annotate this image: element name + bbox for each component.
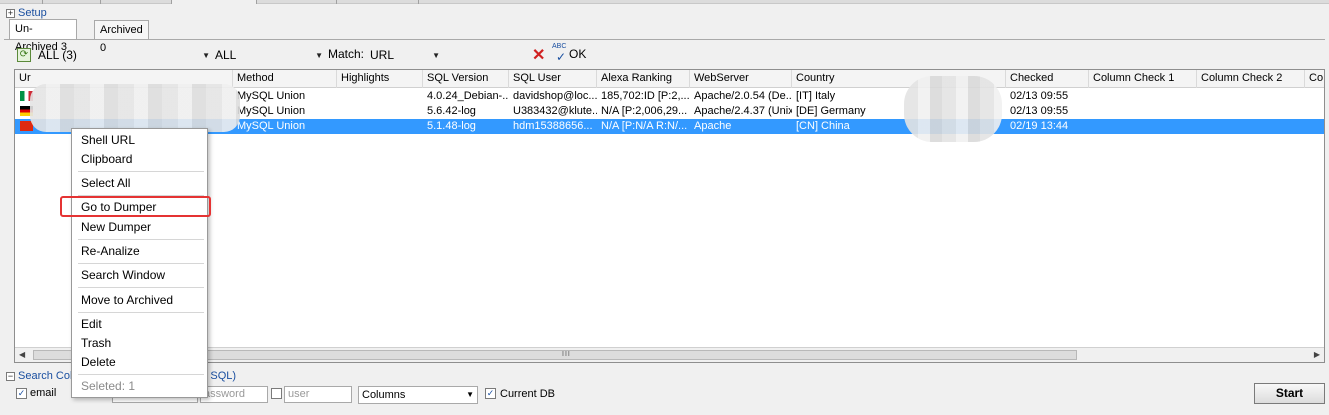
context-menu: Shell URL Clipboard Select All Go to Dum… <box>71 128 208 398</box>
menu-separator <box>78 374 204 375</box>
column-header-highlights[interactable]: Highlights <box>337 70 423 88</box>
cell-checked: 02/13 09:55 <box>1010 90 1069 102</box>
match-label: Match: <box>328 47 365 61</box>
menu-item-re-analize[interactable]: Re-Analize <box>81 243 140 259</box>
column-header-sql-version[interactable]: SQL Version <box>423 70 509 88</box>
chevron-down-icon: ▼ <box>202 50 210 60</box>
menu-separator <box>78 239 204 240</box>
cell-alexa: N/A [P:2,006,29... <box>601 105 688 117</box>
blurred-ip-region <box>904 76 1002 142</box>
menu-item-edit[interactable]: Edit <box>81 316 102 332</box>
setup-label: Setup <box>18 7 47 19</box>
group-filter-combo[interactable]: ALL (3) ▼ <box>38 46 210 64</box>
setup-toggle[interactable]: + Setup <box>6 6 47 20</box>
top-tab[interactable] <box>257 0 337 4</box>
cell-country: [IT] Italy <box>796 90 836 102</box>
menu-item-trash[interactable]: Trash <box>81 335 111 351</box>
start-button[interactable]: Start <box>1254 383 1325 404</box>
chevron-down-icon: ▼ <box>466 390 474 399</box>
scroll-left-icon[interactable]: ◀ <box>19 350 25 359</box>
tab-archived[interactable]: Archived 0 <box>94 20 149 54</box>
columns-select-value: Columns <box>362 389 406 401</box>
email-checkbox[interactable]: ✓ <box>16 388 27 399</box>
menu-separator <box>78 312 204 313</box>
horizontal-scrollbar[interactable]: ◀ III ▶ <box>15 347 1324 362</box>
cell-method: MySQL Union <box>237 120 306 132</box>
column-header-column-check-2[interactable]: Column Check 2 <box>1197 70 1305 88</box>
expand-icon: + <box>6 7 15 18</box>
current-db-label: Current DB <box>500 388 556 400</box>
menu-separator <box>78 263 204 264</box>
top-tab-strip <box>0 0 1329 4</box>
menu-separator <box>78 171 204 172</box>
cell-checked: 02/19 13:44 <box>1010 120 1069 132</box>
cell-alexa: 185,702:ID [P:2,... <box>601 90 690 102</box>
cell-sql-user: davidshop@loc... <box>513 90 597 102</box>
column-header-column-check-1[interactable]: Column Check 1 <box>1089 70 1197 88</box>
menu-item-delete[interactable]: Delete <box>81 354 116 370</box>
menu-item-select-all[interactable]: Select All <box>81 175 130 191</box>
scroll-right-icon[interactable]: ▶ <box>1314 350 1320 359</box>
blurred-url-region <box>30 84 240 132</box>
collapse-icon: − <box>6 370 15 381</box>
tabs-divider <box>4 39 1325 40</box>
menu-footer-selected-count: Seleted: 1 <box>81 379 136 393</box>
password-input[interactable]: assword <box>200 386 268 403</box>
column-header-checked[interactable]: Checked <box>1006 70 1089 88</box>
user-placeholder: user <box>288 388 310 400</box>
menu-item-search-window[interactable]: Search Window <box>81 267 165 283</box>
clear-filter-icon[interactable]: ✕ <box>532 45 545 65</box>
top-tab[interactable] <box>337 0 419 4</box>
cell-method: MySQL Union <box>237 90 306 102</box>
password-placeholder: assword <box>204 388 245 400</box>
cell-sql-version: 5.6.42-log <box>427 105 476 117</box>
column-header-method[interactable]: Method <box>233 70 337 88</box>
chevron-down-icon: ▼ <box>432 50 440 60</box>
user-checkbox[interactable] <box>271 388 282 399</box>
column-header-co[interactable]: Co <box>1305 70 1324 88</box>
columns-select[interactable]: Columns ▼ <box>358 386 478 404</box>
ok-button[interactable]: OK <box>569 47 586 61</box>
column-header-sql-user[interactable]: SQL User <box>509 70 597 88</box>
email-label: email <box>30 387 57 399</box>
refresh-icon[interactable]: ⟳ <box>17 48 31 62</box>
cell-sql-user: hdm15388656... <box>513 120 593 132</box>
cell-checked: 02/13 09:55 <box>1010 105 1069 117</box>
group-filter-value: ALL (3) <box>38 48 77 62</box>
top-tab[interactable] <box>0 0 43 4</box>
match-value: URL <box>370 48 395 62</box>
chevron-down-icon: ▼ <box>315 50 323 60</box>
cell-country: [CN] China <box>796 120 850 132</box>
column-header-alexa-ranking[interactable]: Alexa Ranking <box>597 70 690 88</box>
top-tab-active[interactable] <box>172 0 257 4</box>
user-input[interactable]: user <box>284 386 352 403</box>
column-header-webserver[interactable]: WebServer <box>690 70 792 88</box>
cell-sql-user: U383432@klute... <box>513 105 597 117</box>
scrollbar-grip: III <box>562 351 571 358</box>
menu-item-move-to-archived[interactable]: Move to Archived <box>81 292 173 308</box>
second-filter-combo[interactable]: ALL ▼ <box>215 46 323 64</box>
top-tab[interactable] <box>101 0 172 4</box>
cell-webserver: Apache <box>694 120 732 132</box>
cell-webserver: Apache/2.4.37 (Unix) <box>694 105 792 117</box>
top-tab[interactable] <box>43 0 101 4</box>
cell-country: [DE] Germany <box>796 105 866 117</box>
cell-alexa: N/A [P:N/A R:N/... <box>601 120 688 132</box>
current-db-checkbox[interactable]: ✓ <box>485 388 496 399</box>
match-combo[interactable]: URL ▼ <box>370 46 440 64</box>
menu-separator <box>78 287 204 288</box>
check-icon: ✓ <box>556 50 567 64</box>
cell-sql-version: 5.1.48-log <box>427 120 476 132</box>
cell-sql-version: 4.0.24_Debian-... <box>427 90 509 102</box>
cell-webserver: Apache/2.0.54 (De... <box>694 90 792 102</box>
tab-un-archived[interactable]: Un-Archived 3 <box>9 19 77 53</box>
highlight-box <box>60 196 211 217</box>
menu-item-shell-url[interactable]: Shell URL <box>81 132 135 148</box>
menu-item-new-dumper[interactable]: New Dumper <box>81 219 151 235</box>
menu-item-clipboard[interactable]: Clipboard <box>81 151 132 167</box>
cell-method: MySQL Union <box>237 105 306 117</box>
second-filter-value: ALL <box>215 48 237 62</box>
